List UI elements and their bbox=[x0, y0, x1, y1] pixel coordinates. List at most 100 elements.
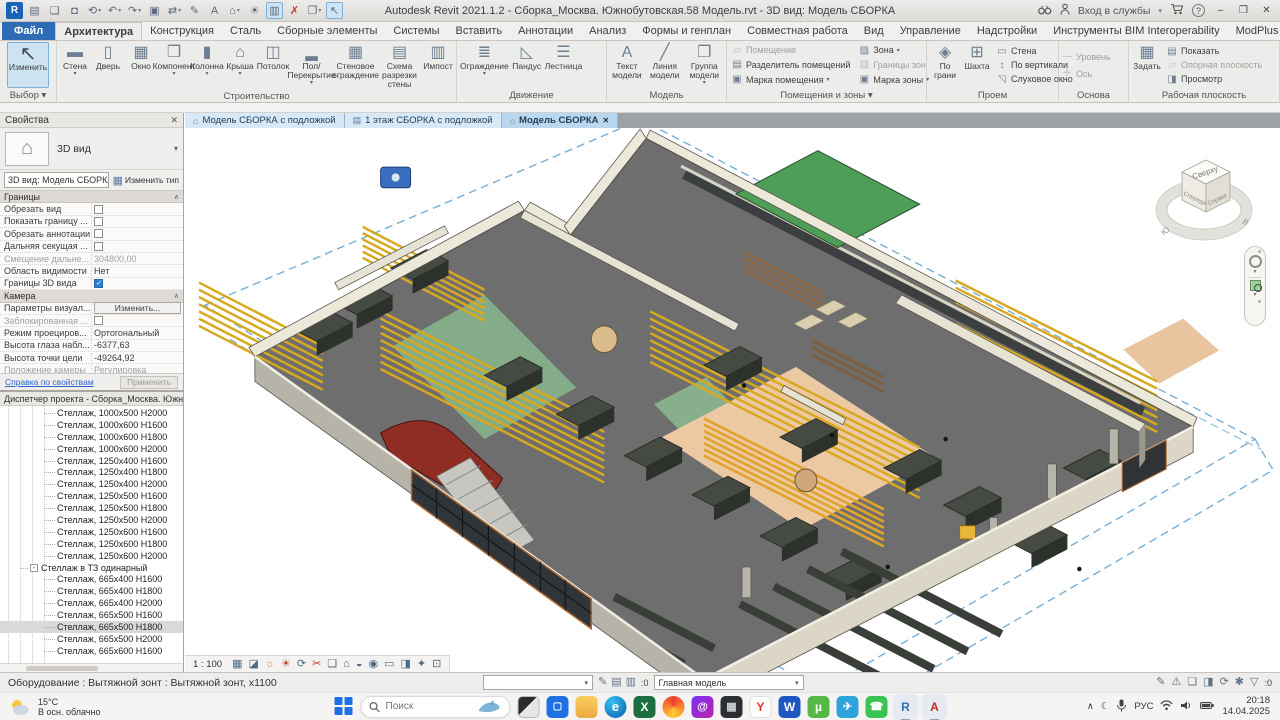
taskbar-edge[interactable]: e bbox=[605, 696, 627, 718]
open-icon[interactable]: ❏ bbox=[46, 2, 63, 19]
modify-button[interactable]: ↖ Изменить bbox=[7, 42, 49, 88]
default-3d-view-icon[interactable]: ⌂ bbox=[226, 2, 243, 19]
ribbon-button[interactable]: ▦ Стеновое ограждение ▾ bbox=[334, 42, 377, 89]
view-cube[interactable]: Сверху Спереди Справа Ю В bbox=[1154, 148, 1254, 252]
property-row[interactable]: Обрезать аннотации ∧ bbox=[0, 228, 183, 240]
edit-type-button[interactable]: ▦ Изменить тип bbox=[113, 174, 179, 187]
ribbon-small-button[interactable]: ▣ Марка помещения ▾ bbox=[731, 72, 850, 87]
ribbon-button[interactable]: ▤ Схема разрезки стены ▾ bbox=[378, 42, 421, 89]
drawing-canvas[interactable]: Сверху Спереди Справа Ю В ▾ ▾ 1 : 100 ▦◪… bbox=[185, 128, 1280, 672]
file-window-icon[interactable]: ▤ bbox=[26, 2, 43, 19]
taskbar-weather[interactable]: 15°CВ осн. облачно bbox=[0, 697, 100, 717]
checkbox[interactable] bbox=[94, 242, 103, 251]
ribbon-tab[interactable]: Сталь bbox=[222, 22, 269, 40]
taskbar-autocad[interactable]: A bbox=[924, 696, 946, 718]
view-tab-floor1[interactable]: ▤ 1 этаж СБОРКА с подложкой ✕ bbox=[345, 113, 502, 128]
property-row[interactable]: Показать границу ... ∧ bbox=[0, 216, 183, 228]
taskbar-file-explorer[interactable] bbox=[576, 696, 598, 718]
property-row[interactable]: Заблокированная ... ∧ bbox=[0, 315, 183, 327]
ribbon-small-button[interactable]: ▤ Разделитель помещений ▾ bbox=[731, 58, 850, 73]
analytical-model-icon[interactable]: ✦ bbox=[417, 659, 426, 670]
ribbon-button[interactable]: ▥ Импост ▾ bbox=[422, 42, 454, 89]
hidden-icons-chevron[interactable]: ∧ bbox=[1087, 701, 1094, 712]
tree-item[interactable]: - Стеллаж, 1250x600 H1800 bbox=[0, 538, 183, 550]
microphone-icon[interactable] bbox=[1116, 699, 1127, 715]
ribbon-button[interactable]: ▬ Стена ▾ bbox=[59, 42, 91, 89]
worksharing-display-icon[interactable]: ▭ bbox=[384, 659, 394, 670]
crop-region-icon[interactable]: ❏ bbox=[327, 659, 337, 670]
ribbon-tab[interactable]: Вид bbox=[856, 22, 892, 40]
ribbon-small-button[interactable]: ▣ Марка зоны ▾ bbox=[858, 72, 929, 87]
ribbon-button[interactable]: ❒ Компонент ▾ bbox=[158, 42, 190, 89]
property-row[interactable]: Параметры визуал... Изменить... ∧ bbox=[0, 303, 183, 315]
rendering-icon[interactable]: ⟳ bbox=[297, 659, 306, 670]
ribbon-tab[interactable]: Инструменты BIM Interoperability bbox=[1045, 22, 1227, 40]
ribbon-small-button[interactable]: ▧ Границы зон ▾ bbox=[858, 58, 929, 73]
wheel-caret-icon[interactable]: ▾ bbox=[1253, 270, 1256, 275]
redo-icon[interactable]: ↷ bbox=[126, 2, 143, 19]
temporary-view-properties-icon[interactable]: ◨ bbox=[400, 659, 410, 670]
temporary-hide-icon[interactable]: ◒ bbox=[356, 659, 363, 670]
tree-item[interactable]: - Стеллаж, 665x500 H2000 bbox=[0, 633, 183, 645]
tree-item[interactable]: - Стеллаж, 1250x400 H1800 bbox=[0, 466, 183, 478]
ribbon-button[interactable]: ≣ Ограждение ▾ bbox=[459, 42, 510, 88]
peach-floor-area-right[interactable] bbox=[1123, 319, 1219, 384]
view-scale[interactable]: 1 : 100 bbox=[193, 659, 222, 670]
checkbox[interactable] bbox=[94, 217, 103, 226]
view-tab-model[interactable]: ⌂ Модель СБОРКА ✕ bbox=[502, 113, 619, 128]
ribbon-tab[interactable]: Системы bbox=[385, 22, 447, 40]
select-links-icon[interactable]: ❏ bbox=[1187, 677, 1197, 688]
zoom-caret-icon[interactable]: ▾ bbox=[1253, 293, 1256, 298]
properties-close-icon[interactable]: ✕ bbox=[170, 115, 178, 126]
checkbox[interactable] bbox=[94, 205, 103, 214]
apply-button[interactable]: Применить bbox=[120, 376, 178, 389]
measure-icon[interactable]: ⇄ bbox=[166, 2, 183, 19]
taskbar-app-purple[interactable]: @ bbox=[692, 696, 714, 718]
worksets-icon[interactable]: ▤ bbox=[611, 677, 621, 688]
panel-label-rooms[interactable]: Помещения и зоны ▾ bbox=[727, 89, 926, 102]
tree-item[interactable]: - Стеллаж, 665x400 H1600 bbox=[0, 573, 183, 585]
warnings-icon[interactable]: ⚠ bbox=[1171, 677, 1181, 688]
help-icon[interactable]: ? bbox=[1192, 4, 1205, 17]
view-type-combo[interactable]: 3D вид: Модель СБОРКА ▾ bbox=[4, 172, 109, 188]
taskbar-excel[interactable]: X bbox=[634, 696, 656, 718]
taskbar-task-view[interactable] bbox=[518, 696, 540, 718]
start-button[interactable] bbox=[335, 697, 354, 716]
section-box-icon[interactable]: ⊡ bbox=[432, 659, 441, 670]
close-inactive-icon[interactable]: ✗ bbox=[286, 2, 303, 19]
revit-logo[interactable]: R bbox=[6, 2, 23, 19]
shadows-icon[interactable]: ☀ bbox=[281, 659, 291, 670]
browser-hscrollbar[interactable] bbox=[0, 663, 183, 672]
property-row[interactable]: Границы ∧ bbox=[0, 191, 183, 203]
minimize-button[interactable]: – bbox=[1213, 5, 1228, 16]
user-icon[interactable] bbox=[1060, 3, 1070, 18]
ribbon-button[interactable]: ◺ Пандус ▾ bbox=[511, 42, 543, 88]
ribbon-tab[interactable]: Вставить bbox=[448, 22, 511, 40]
ribbon-button[interactable]: ⌂ Крыша ▾ bbox=[224, 42, 256, 89]
save-icon[interactable]: ◘ bbox=[66, 2, 83, 19]
select-by-face-icon[interactable]: ⟳ bbox=[1220, 677, 1229, 688]
steering-wheel-icon[interactable] bbox=[1249, 255, 1262, 268]
switch-windows-icon[interactable]: ❐ bbox=[306, 2, 323, 19]
visual-style-icon[interactable]: ◪ bbox=[248, 659, 258, 670]
tree-item[interactable]: - Стеллаж, 1000x600 H1600 bbox=[0, 419, 183, 431]
navigation-bar[interactable]: ▾ ▾ bbox=[1244, 246, 1266, 326]
taskbar-browser[interactable] bbox=[663, 696, 685, 718]
ribbon-tab[interactable]: ModPlus bbox=[1228, 22, 1280, 40]
ribbon-button[interactable]: ▮ Колонна ▾ bbox=[191, 42, 223, 89]
property-row[interactable]: Границы 3D вида ∧ bbox=[0, 278, 183, 290]
ribbon-tab[interactable]: Файл bbox=[2, 22, 55, 40]
property-row[interactable]: Область видимости Нет ∧ bbox=[0, 265, 183, 277]
night-mode-icon[interactable]: ☾ bbox=[1101, 701, 1110, 712]
taskbar-app-grid[interactable]: ▦ bbox=[721, 696, 743, 718]
taskbar-search-input[interactable] bbox=[386, 701, 472, 712]
ribbon-button[interactable]: ╱ Линия модели ▾ bbox=[646, 42, 684, 88]
sun-path-icon[interactable]: ☼ bbox=[265, 659, 275, 670]
properties-help-link[interactable]: Справка по свойствам bbox=[5, 377, 94, 387]
design-option-combo[interactable]: Главная модель▾ bbox=[654, 675, 804, 690]
undo-icon[interactable]: ↶ bbox=[106, 2, 123, 19]
tree-item[interactable]: - Стеллаж, 665x600 H1600 bbox=[0, 645, 183, 657]
tree-item[interactable]: - Стеллаж, 1250x500 H1800 bbox=[0, 502, 183, 514]
tree-item[interactable]: - Стеллаж, 665x400 H1800 bbox=[0, 585, 183, 597]
ribbon-tab[interactable]: Надстройки bbox=[969, 22, 1045, 40]
